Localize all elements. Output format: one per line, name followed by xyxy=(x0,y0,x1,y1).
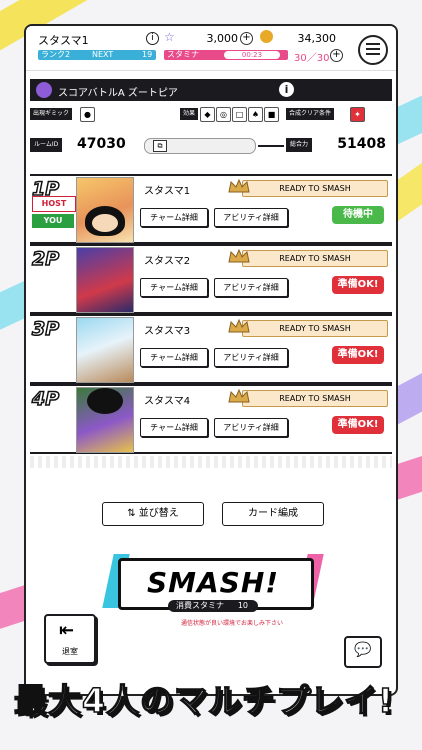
row-separator xyxy=(30,456,392,468)
battle-title-bar: スコアバトルA ズートピア i xyxy=(30,79,392,101)
menu-button[interactable] xyxy=(358,35,388,65)
stamina-cost-value: 10 xyxy=(237,601,248,610)
total-power-label: 総合力 xyxy=(286,138,313,152)
info-icon[interactable]: i xyxy=(146,32,159,45)
ability-detail-button[interactable]: アビリティ詳細 xyxy=(214,208,288,227)
rank-label: ランク2 xyxy=(41,50,71,59)
mickey-face xyxy=(92,214,118,232)
you-badge: YOU xyxy=(32,214,74,228)
player-name: スタスマ1 xyxy=(38,34,89,47)
player-number: 4P xyxy=(31,387,60,411)
charm-detail-button[interactable]: チャーム詳細 xyxy=(140,418,208,437)
smash-label: SMASH! xyxy=(146,566,280,599)
player-name: スタスマ4 xyxy=(144,396,191,407)
ability-detail-button[interactable]: アビリティ詳細 xyxy=(214,278,288,297)
ready-to-smash-label: READY TO SMASH xyxy=(242,390,388,407)
clear-condition-label: 合成クリア条件 xyxy=(286,108,335,120)
player-row: 4P スタスマ4 READY TO SMASH チャーム詳細 アビリティ詳細 準… xyxy=(30,384,392,454)
menu-line xyxy=(366,53,380,55)
main-window: スタスマ1 i ☆ 3,000 + 34,300 ランク2 NEXT 19 スタ… xyxy=(24,24,398,696)
total-power: 51408 xyxy=(337,136,386,152)
player-row: 2P スタスマ2 READY TO SMASH チャーム詳細 アビリティ詳細 準… xyxy=(30,244,392,314)
player-row: 1P HOST YOU スタスマ1 READY TO SMASH チャーム詳細 … xyxy=(30,174,392,244)
crown-icon xyxy=(228,319,250,333)
crown-icon xyxy=(228,389,250,403)
status-badge: 準備OK! xyxy=(332,346,384,364)
star-icon: ☆ xyxy=(164,30,175,44)
player-name: スタスマ1 xyxy=(144,186,191,197)
effect-icon[interactable]: ◎ xyxy=(216,107,231,122)
coin-count: 3,000 xyxy=(206,32,239,45)
gimmick-row: 出現ギミック ● 効果 ◆ ◎ □ ♠ ■ 合成クリア条件 ✦ xyxy=(30,105,392,127)
chat-bubble-icon: 💬 xyxy=(354,642,372,658)
chat-button[interactable]: 💬 xyxy=(344,636,382,668)
battle-info-icon[interactable]: i xyxy=(279,82,294,97)
status-badge: 準備OK! xyxy=(332,416,384,434)
add-stamina-icon[interactable]: + xyxy=(330,49,343,62)
crown-icon xyxy=(228,179,250,193)
next-label: NEXT xyxy=(92,50,114,59)
player-name: スタスマ2 xyxy=(144,256,191,267)
status-badge: 待機中 xyxy=(332,206,384,224)
ready-to-smash-label: READY TO SMASH xyxy=(242,250,388,267)
effect-icon[interactable]: ◆ xyxy=(200,107,215,122)
ability-detail-button[interactable]: アビリティ詳細 xyxy=(214,348,288,367)
player-card-image[interactable] xyxy=(76,317,134,383)
stamina-cost: 消費スタミナ 10 xyxy=(168,600,258,612)
effect-icon[interactable]: ♠ xyxy=(248,107,263,122)
deck-edit-button[interactable]: カード編成 xyxy=(222,502,324,526)
room-id-label: ルームID xyxy=(30,138,63,152)
gimmick-icon[interactable]: ● xyxy=(80,107,95,122)
charm-detail-button[interactable]: チャーム詳細 xyxy=(140,278,208,297)
battle-title: スコアバトルA ズートピア xyxy=(58,88,178,99)
mickey-charm-icon xyxy=(87,388,123,414)
header-status-bar: スタスマ1 i ☆ 3,000 + 34,300 ランク2 NEXT 19 スタ… xyxy=(26,26,396,71)
effect-icon[interactable]: □ xyxy=(232,107,247,122)
crown-icon xyxy=(228,249,250,263)
clear-condition-icon[interactable]: ✦ xyxy=(350,107,365,122)
stamina-cost-label: 消費スタミナ xyxy=(176,601,224,610)
charm-detail-button[interactable]: チャーム詳細 xyxy=(140,348,208,367)
copy-room-id-toggle[interactable]: ⧉ xyxy=(144,138,256,154)
leave-room-button[interactable]: ⇤ 退室 xyxy=(44,614,96,664)
player-row: 3P スタスマ3 READY TO SMASH チャーム詳細 アビリティ詳細 準… xyxy=(30,314,392,384)
menu-line xyxy=(366,48,380,50)
player-card-image[interactable] xyxy=(76,387,134,453)
room-bar: ルームID 47030 ⧉ 総合力 51408 xyxy=(30,136,392,154)
ability-detail-button[interactable]: アビリティ詳細 xyxy=(214,418,288,437)
connection-note: 通信状態が良い環境でお楽しみ下さい xyxy=(180,620,283,627)
stamina-label: スタミナ xyxy=(167,50,199,59)
host-badge: HOST xyxy=(32,196,76,212)
player-card-image[interactable] xyxy=(76,247,134,313)
gem-count: 34,300 xyxy=(297,32,337,45)
stamina-timer: 00:23 xyxy=(224,51,280,59)
status-badge: 準備OK! xyxy=(332,276,384,294)
promo-banner-text: 最大4人のマルチプレイ! xyxy=(13,680,395,721)
effect-icon[interactable]: ■ xyxy=(264,107,279,122)
player-number: 3P xyxy=(31,317,60,341)
divider xyxy=(258,145,284,147)
gimmick-label: 出現ギミック xyxy=(30,108,73,120)
medal-icon xyxy=(260,30,273,43)
player-card-image[interactable] xyxy=(76,177,134,243)
stamina-bar: スタミナ 00:23 xyxy=(164,50,288,60)
battle-mode-icon xyxy=(36,82,52,98)
leave-room-label: 退室 xyxy=(62,647,78,656)
menu-line xyxy=(366,43,380,45)
add-coins-icon[interactable]: + xyxy=(240,32,253,45)
sort-button[interactable]: ⇅ 並び替え xyxy=(102,502,204,526)
room-id: 47030 xyxy=(77,136,126,152)
next-value: 19 xyxy=(142,50,153,59)
player-name: スタスマ3 xyxy=(144,326,191,337)
copy-icon: ⧉ xyxy=(153,140,167,152)
ready-to-smash-label: READY TO SMASH xyxy=(242,320,388,337)
charm-detail-button[interactable]: チャーム詳細 xyxy=(140,208,208,227)
ready-to-smash-label: READY TO SMASH xyxy=(242,180,388,197)
effect-label: 効果 xyxy=(180,108,199,120)
exit-door-icon: ⇤ xyxy=(59,620,75,641)
stamina-value: 30／30 xyxy=(294,53,330,64)
player-number: 2P xyxy=(31,247,60,271)
rank-bar: ランク2 NEXT 19 xyxy=(38,50,156,60)
